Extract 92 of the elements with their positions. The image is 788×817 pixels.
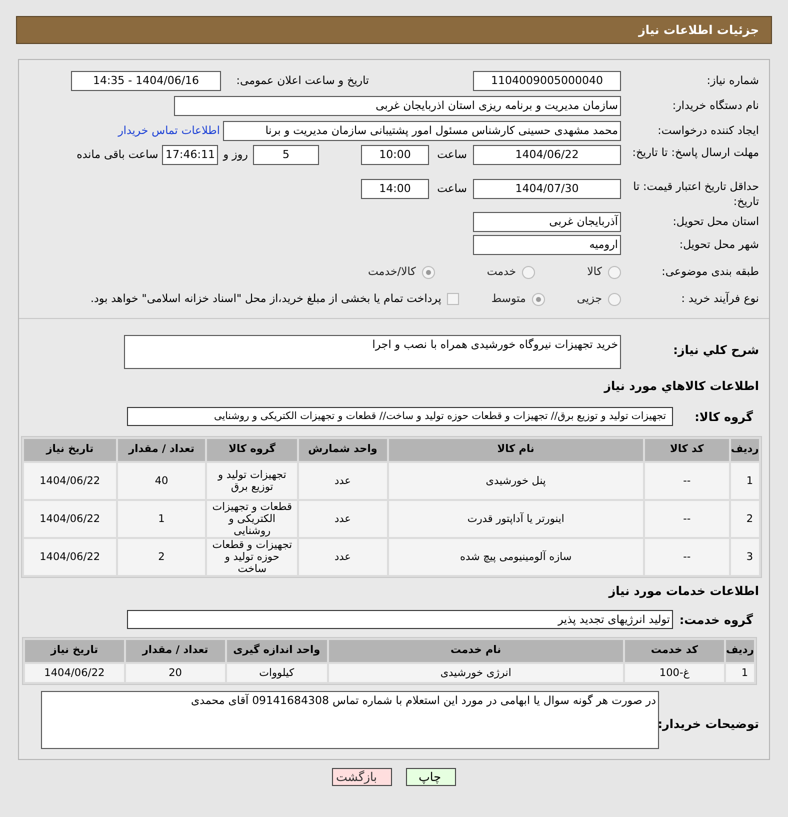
radio-button[interactable] [608, 292, 621, 306]
table-cell: اینورتر یا آداپتور قدرت [388, 501, 644, 537]
input-field[interactable]: 1404/06/16 - 14:35 [71, 71, 221, 91]
input-field[interactable]: 17:46:11 [162, 145, 218, 165]
column-header: تاریخ نیاز [25, 640, 124, 662]
input-field[interactable]: در صورت هر گونه سوال یا ابهامی در مورد این استعلام با شماره تماس 09141684308 آقای محمدی [41, 691, 659, 749]
table-cell: 20 [126, 664, 225, 682]
print-button[interactable]: چاپ [406, 768, 456, 786]
section-title: اطلاعات كالاهاي مورد نياز [602, 378, 760, 395]
checkbox[interactable] [447, 293, 460, 305]
field-label: ساعت [436, 181, 468, 197]
field-label: توضیحات خریدار: [659, 716, 760, 733]
field-label: شماره نیاز: [706, 72, 760, 89]
input-field[interactable]: تولید انرژیهای تجدید پذیر [127, 610, 673, 629]
field-label: استان محل تحویل: [672, 214, 760, 230]
input-field[interactable]: ارومیه [473, 235, 621, 255]
column-header: تعداد / مقدار [126, 640, 225, 662]
column-header: نام کالا [388, 439, 644, 461]
table-cell: غ-100 [625, 664, 724, 682]
input-field[interactable]: 1404/06/22 [473, 145, 621, 165]
field-label: تاریخ و ساعت اعلان عمومی: [235, 72, 369, 89]
column-header: ردیف [726, 640, 754, 662]
input-field[interactable]: 1404/07/30 [473, 179, 621, 199]
radio-button[interactable] [522, 266, 536, 278]
input-field[interactable]: خرید تجهیزات نیروگاه خورشیدی همراه با نصب و اجرا [124, 335, 621, 369]
input-field[interactable]: سازمان مدیریت و برنامه ریزی استان اذربایجان غربی [174, 96, 621, 116]
table-cell: 1 [730, 463, 759, 499]
table-cell: -- [645, 463, 729, 499]
field-label: روز و [223, 147, 248, 163]
column-header: تاریخ نیاز [24, 439, 116, 461]
table-cell: عدد [298, 463, 386, 499]
table-cell: عدد [298, 501, 386, 537]
column-header: نام خدمت [328, 640, 624, 662]
table-cell: 2 [730, 501, 759, 537]
input-field[interactable]: 5 [253, 145, 319, 165]
input-field[interactable]: تجهیزات تولید و توزیع برق// تجهیزات و قطعات حوزه تولید و ساخت// قطعات و تجهیزات الکتریکی و روشنایی [127, 407, 673, 426]
field-label: ساعت [436, 147, 468, 163]
back-button[interactable]: بازگشت [332, 768, 392, 786]
radio-label: کالا [587, 264, 602, 280]
table-cell: سازه آلومینیومی پیچ شده [388, 539, 644, 575]
table-cell: پنل خورشیدی [388, 463, 644, 499]
table-cell: تجهیزات و قطعات حوزه تولید و ساخت [207, 539, 297, 575]
field-label: گروه کالا: [694, 408, 754, 426]
table-cell: -- [645, 501, 729, 537]
field-label: نام دستگاه خریدار: [671, 98, 760, 114]
table-cell: قطعات و تجهیزات الکتریکی و روشنایی [207, 501, 297, 537]
field-label: طبقه بندی موضوعی: [660, 264, 760, 280]
field-label: مهلت ارسال پاسخ: تا تاریخ: [631, 145, 760, 160]
radio-button[interactable] [608, 266, 621, 278]
radio-button[interactable] [422, 266, 435, 278]
field-label: حداقل تاریخ اعتبار قیمت: تا تاریخ: [632, 179, 760, 209]
radio-label: متوسط [491, 290, 526, 307]
radio-label: کالا/خدمت [368, 264, 416, 280]
table-cell: 1404/06/22 [24, 539, 116, 575]
table-cell: تجهیزات تولید و توزیع برق [207, 463, 297, 499]
table-cell: 3 [730, 539, 759, 575]
section-title: اطلاعات خدمات مورد نیاز [607, 583, 760, 600]
column-header: کد خدمت [625, 640, 724, 662]
table-cell: -- [645, 539, 729, 575]
field-label: شرح کلي نياز: [672, 342, 760, 359]
table-cell: 1 [118, 501, 206, 537]
input-field[interactable]: 10:00 [361, 145, 429, 165]
table-cell: 1404/06/22 [25, 664, 124, 682]
field-label: شهر محل تحویل: [678, 236, 760, 253]
column-header: کد کالا [645, 439, 729, 461]
table-cell: انرژی خورشیدی [328, 664, 624, 682]
contact-link[interactable]: اطلاعات تماس خریدار [118, 122, 220, 140]
input-field[interactable]: 1104009005000040 [473, 71, 621, 91]
checkbox-label: پرداخت تمام یا بخشی از مبلغ خرید،از محل "اسناد خزانه اسلامی" خواهد بود. [90, 290, 442, 307]
table-cell: 1 [726, 664, 754, 682]
field-label: نوع فرآیند خرید : [680, 290, 760, 307]
radio-label: خدمت [486, 264, 516, 280]
field-label: گروه خدمت: [678, 612, 754, 628]
radio-button[interactable] [532, 292, 545, 306]
column-header: ردیف [730, 439, 759, 461]
input-field[interactable]: 14:00 [361, 179, 429, 199]
column-header: واحد شمارش [298, 439, 386, 461]
radio-label: جزیی [576, 290, 602, 307]
column-header: تعداد / مقدار [118, 439, 206, 461]
table-cell: عدد [298, 539, 386, 575]
field-label: ساعت باقی مانده [76, 147, 158, 163]
table-cell: 40 [118, 463, 206, 499]
table-cell: کیلووات [226, 664, 327, 682]
table-cell: 1404/06/22 [24, 463, 116, 499]
input-field[interactable]: آذربایجان غربی [473, 212, 621, 232]
table-cell: 2 [118, 539, 206, 575]
page-title: جزئیات اطلاعات نیاز [638, 22, 759, 39]
input-field[interactable]: محمد مشهدی حسینی کارشناس مسئول امور پشتیبانی سازمان مدیریت و برنا [223, 121, 621, 141]
column-header: واحد اندازه گیری [226, 640, 327, 662]
table-cell: 1404/06/22 [24, 501, 116, 537]
field-label: ایجاد کننده درخواست: [656, 122, 760, 139]
column-header: گروه کالا [207, 439, 297, 461]
